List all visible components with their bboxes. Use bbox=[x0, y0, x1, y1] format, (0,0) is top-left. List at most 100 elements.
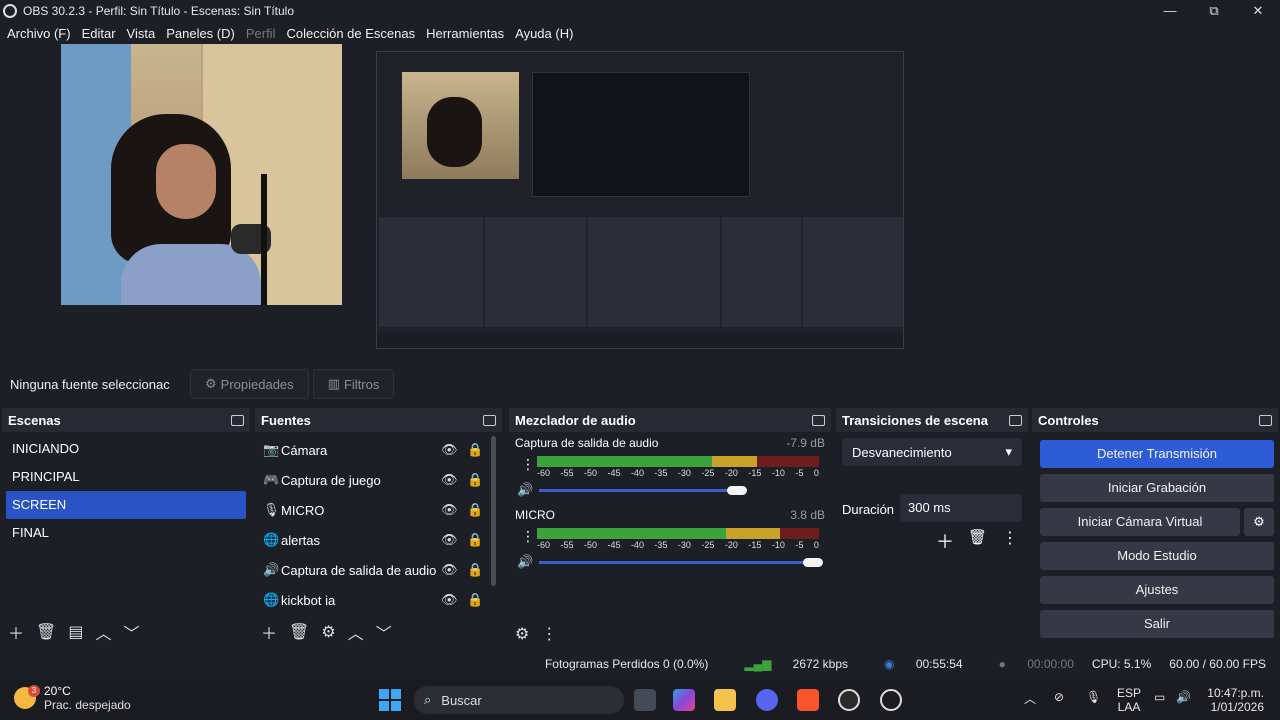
start-virtual-cam-button[interactable]: Iniciar Cámara Virtual bbox=[1040, 508, 1240, 536]
source-item-captura-audio[interactable]: 🔊 Captura de salida de audio 👁 🔒 bbox=[255, 555, 502, 585]
mixer-menu-icon[interactable]: ⋮ bbox=[541, 624, 557, 644]
task-view-icon[interactable] bbox=[634, 689, 656, 711]
start-recording-button[interactable]: Iniciar Grabación bbox=[1040, 474, 1274, 502]
filters-button[interactable]: ▥ Filtros bbox=[312, 369, 395, 399]
obs-logo-icon bbox=[3, 4, 17, 18]
weather-widget[interactable]: 3 20°C Prac. despejado bbox=[14, 684, 131, 712]
volume-icon[interactable]: 🔊 bbox=[1176, 690, 1191, 704]
menu-vista[interactable]: Vista bbox=[127, 26, 156, 41]
menu-paneles[interactable]: Paneles (D) bbox=[166, 26, 235, 41]
add-transition-icon[interactable]: ＋ bbox=[936, 528, 954, 554]
taskbar-search[interactable]: ⌕ Buscar bbox=[414, 686, 624, 714]
studio-mode-button[interactable]: Modo Estudio bbox=[1040, 542, 1274, 570]
source-item-micro[interactable]: 🎙 MICRO 👁 🔒 bbox=[255, 495, 502, 525]
lock-icon[interactable]: 🔒 bbox=[467, 562, 483, 578]
volume-slider[interactable] bbox=[539, 489, 729, 492]
source-item-camara[interactable]: 📷 Cámara 👁 🔒 bbox=[255, 435, 502, 465]
scene-item-screen[interactable]: SCREEN bbox=[6, 491, 246, 519]
undock-icon[interactable] bbox=[231, 414, 244, 426]
lock-icon[interactable]: 🔒 bbox=[467, 532, 483, 548]
undock-icon[interactable] bbox=[1009, 414, 1022, 426]
menu-perfil[interactable]: Perfil bbox=[246, 26, 276, 41]
properties-button[interactable]: ⚙ Propiedades bbox=[190, 369, 309, 399]
visibility-eye-icon[interactable]: 👁 bbox=[441, 562, 458, 578]
visibility-eye-icon[interactable]: 👁 bbox=[441, 592, 458, 608]
visibility-eye-icon[interactable]: 👁 bbox=[441, 502, 458, 518]
remove-source-icon[interactable]: 🗑 bbox=[289, 622, 309, 642]
menu-coleccion[interactable]: Colección de Escenas bbox=[286, 26, 415, 41]
discord-icon[interactable] bbox=[756, 689, 778, 711]
microphone-icon: 🎙 bbox=[263, 502, 280, 517]
volume-knob[interactable] bbox=[803, 558, 823, 567]
transition-menu-icon[interactable]: ⋮ bbox=[1002, 528, 1018, 548]
move-down-icon[interactable]: ﹀ bbox=[123, 620, 139, 644]
move-down-icon[interactable]: ﹀ bbox=[376, 620, 392, 644]
remove-scene-icon[interactable]: 🗑 bbox=[36, 622, 56, 642]
speaker-mute-icon[interactable]: 🔊 bbox=[517, 482, 533, 498]
visibility-eye-icon[interactable]: 👁 bbox=[441, 472, 458, 488]
menu-ayuda[interactable]: Ayuda (H) bbox=[515, 26, 573, 41]
windows-taskbar: 3 20°C Prac. despejado ⌕ Buscar ︿ ⊘ 🎙 ES… bbox=[0, 680, 1280, 720]
scene-item-principal[interactable]: PRINCIPAL bbox=[2, 463, 250, 491]
audio-settings-icon[interactable]: ⚙ bbox=[515, 624, 529, 644]
start-menu-icon[interactable] bbox=[379, 689, 401, 711]
temperature: 20°C bbox=[44, 684, 71, 698]
channel-menu-icon[interactable]: ⋮ bbox=[521, 528, 535, 545]
obs-taskbar-icon[interactable] bbox=[838, 689, 860, 711]
visibility-eye-icon[interactable]: 👁 bbox=[441, 442, 458, 458]
channel-menu-icon[interactable]: ⋮ bbox=[521, 456, 535, 473]
source-item-alertas[interactable]: 🌐 alertas 👁 🔒 bbox=[255, 525, 502, 555]
undock-icon[interactable] bbox=[483, 414, 496, 426]
add-source-icon[interactable]: ＋ bbox=[261, 620, 277, 644]
clock[interactable]: 10:47:p.m. 1/01/2026 bbox=[1206, 686, 1264, 714]
undock-icon[interactable] bbox=[1259, 414, 1272, 426]
chevron-up-icon[interactable]: ︿ bbox=[1024, 690, 1036, 707]
language-indicator[interactable]: ESP LAA bbox=[1117, 686, 1141, 714]
virtual-cam-settings-icon[interactable]: ⚙ bbox=[1244, 508, 1274, 536]
lock-icon[interactable]: 🔒 bbox=[467, 592, 483, 608]
menu-editar[interactable]: Editar bbox=[82, 26, 116, 41]
volume-slider[interactable] bbox=[539, 561, 809, 564]
source-item-kickbot[interactable]: 🌐 kickbot ia 👁 🔒 bbox=[255, 585, 502, 615]
meter-scale: -60 -55 -50 -45 -40 -35 -30 -25 -20 -15 -10 -5 0 bbox=[537, 540, 819, 550]
transition-select[interactable]: Desvanecimiento ▾ bbox=[842, 438, 1022, 466]
source-item-captura-juego[interactable]: 🎮 Captura de juego 👁 🔒 bbox=[255, 465, 502, 495]
m365-icon[interactable] bbox=[673, 689, 695, 711]
filter-icon: ▥ bbox=[327, 376, 340, 391]
microphone-tray-icon[interactable]: 🎙 bbox=[1086, 690, 1101, 704]
browser-icon: 🌐 bbox=[263, 592, 280, 607]
move-up-icon[interactable]: ︿ bbox=[348, 620, 364, 644]
preview-canvas[interactable] bbox=[0, 44, 1280, 360]
menu-archivo[interactable]: Archivo (F) bbox=[7, 26, 71, 41]
close-button[interactable]: ✕ bbox=[1236, 0, 1280, 22]
undock-icon[interactable] bbox=[812, 414, 825, 426]
volume-knob[interactable] bbox=[727, 486, 747, 495]
add-scene-icon[interactable]: ＋ bbox=[8, 620, 24, 644]
obs-secondary-icon[interactable] bbox=[880, 689, 902, 711]
file-explorer-icon[interactable] bbox=[714, 689, 736, 711]
scene-filters-icon[interactable]: ▤ bbox=[68, 622, 83, 642]
visibility-eye-icon[interactable]: 👁 bbox=[441, 532, 458, 548]
maximize-button[interactable]: ⧉ bbox=[1192, 0, 1236, 22]
settings-button[interactable]: Ajustes bbox=[1040, 576, 1274, 604]
scene-item-final[interactable]: FINAL bbox=[2, 519, 250, 547]
record-time: ● 00:00:00 bbox=[998, 657, 1074, 671]
scene-item-iniciando[interactable]: INICIANDO bbox=[2, 435, 250, 463]
stop-stream-button[interactable]: Detener Transmisión bbox=[1040, 440, 1274, 468]
source-properties-icon[interactable]: ⚙ bbox=[321, 622, 335, 642]
exit-button[interactable]: Salir bbox=[1040, 610, 1274, 638]
lock-icon[interactable]: 🔒 bbox=[467, 442, 483, 458]
move-up-icon[interactable]: ︿ bbox=[95, 620, 111, 644]
remove-transition-icon[interactable]: 🗑 bbox=[968, 528, 987, 546]
duration-input[interactable]: 300 ms bbox=[900, 494, 1022, 522]
speaker-mute-icon[interactable]: 🔊 bbox=[517, 554, 533, 570]
brave-icon[interactable] bbox=[797, 689, 819, 711]
lock-icon[interactable]: 🔒 bbox=[467, 502, 483, 518]
lock-icon[interactable]: 🔒 bbox=[467, 472, 483, 488]
network-off-icon[interactable]: ⊘ bbox=[1054, 690, 1064, 704]
display-icon[interactable]: ▭ bbox=[1154, 690, 1165, 704]
sources-scrollbar[interactable] bbox=[491, 436, 496, 586]
source-toolbar: Ninguna fuente seleccionac ⚙ Propiedades… bbox=[0, 366, 1280, 402]
minimize-button[interactable]: — bbox=[1148, 0, 1192, 22]
menu-herramientas[interactable]: Herramientas bbox=[426, 26, 504, 41]
